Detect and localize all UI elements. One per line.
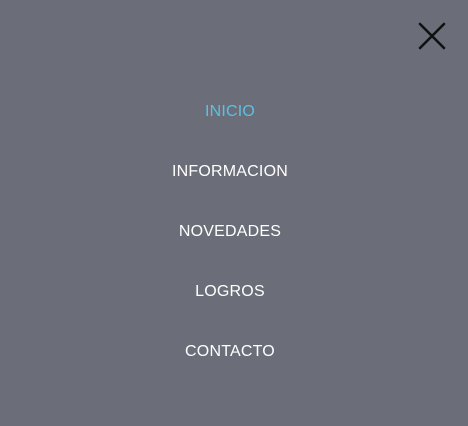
menu-link-novedades[interactable]: NOVEDADES (179, 218, 281, 246)
close-icon (418, 22, 446, 50)
main-menu: INICIO INFORMACION NOVEDADES LOGROS CONT… (0, 98, 460, 398)
menu-link-inicio[interactable]: INICIO (205, 98, 255, 126)
close-button[interactable] (414, 18, 450, 54)
menu-item-novedades: NOVEDADES (0, 218, 460, 278)
menu-item-contacto: CONTACTO (0, 338, 460, 398)
nav-overlay: INICIO INFORMACION NOVEDADES LOGROS CONT… (0, 0, 468, 426)
menu-item-logros: LOGROS (0, 278, 460, 338)
menu-item-inicio: INICIO (0, 98, 460, 158)
menu-item-informacion: INFORMACION (0, 158, 460, 218)
menu-link-informacion[interactable]: INFORMACION (172, 158, 288, 186)
menu-link-contacto[interactable]: CONTACTO (185, 338, 275, 366)
menu-link-logros[interactable]: LOGROS (195, 278, 265, 306)
